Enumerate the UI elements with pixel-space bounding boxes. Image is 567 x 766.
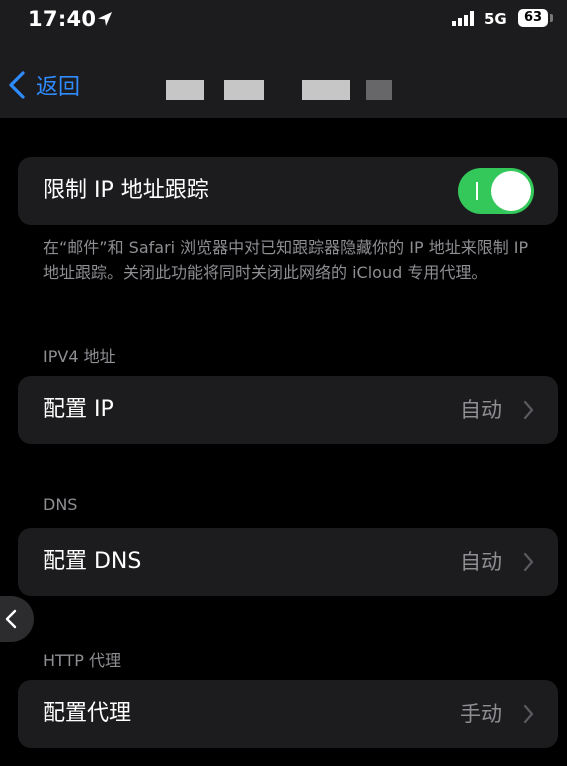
toggle-on-indicator [476, 182, 478, 200]
chevron-right-icon [523, 704, 534, 724]
configure-proxy-row[interactable]: 配置代理 手动 [18, 680, 558, 748]
configure-dns-label: 配置 DNS [43, 549, 142, 574]
configure-dns-row[interactable]: 配置 DNS 自动 [18, 528, 558, 596]
battery-tip [550, 14, 553, 22]
signal-strength-icon [452, 11, 474, 26]
status-time: 17:40 [28, 7, 97, 31]
dns-section-header: DNS [43, 495, 78, 514]
chevron-left-icon [9, 71, 25, 99]
location-arrow-icon [98, 12, 112, 26]
toggle-knob [491, 171, 531, 211]
configure-proxy-value: 手动 [460, 702, 502, 726]
ipv4-section-header: IPV4 地址 [43, 347, 116, 366]
configure-ip-label: 配置 IP [43, 397, 114, 422]
back-button[interactable]: 返回 [6, 68, 80, 102]
network-type: 5G [484, 10, 507, 28]
floating-back-handle[interactable] [0, 596, 34, 642]
configure-ip-row[interactable]: 配置 IP 自动 [18, 376, 558, 444]
limit-ip-tracking-row: 限制 IP 地址跟踪 [18, 157, 558, 225]
limit-ip-tracking-label: 限制 IP 地址跟踪 [43, 178, 209, 203]
chevron-left-icon [5, 609, 17, 629]
back-label: 返回 [36, 75, 81, 100]
configure-dns-value: 自动 [460, 550, 502, 574]
battery-icon: 63 [518, 9, 548, 27]
http-proxy-section-header: HTTP 代理 [43, 651, 122, 670]
limit-ip-tracking-toggle[interactable] [458, 168, 534, 214]
chevron-right-icon [523, 400, 534, 420]
top-bar: 17:40 5G 63 返回 [0, 0, 567, 118]
redacted-network-name [160, 74, 420, 104]
configure-proxy-label: 配置代理 [43, 701, 132, 726]
configure-ip-value: 自动 [460, 398, 502, 422]
tracking-footnote: 在“邮件”和 Safari 浏览器中对已知跟踪器隐藏你的 IP 地址来限制 IP… [43, 238, 529, 282]
chevron-right-icon [523, 552, 534, 572]
